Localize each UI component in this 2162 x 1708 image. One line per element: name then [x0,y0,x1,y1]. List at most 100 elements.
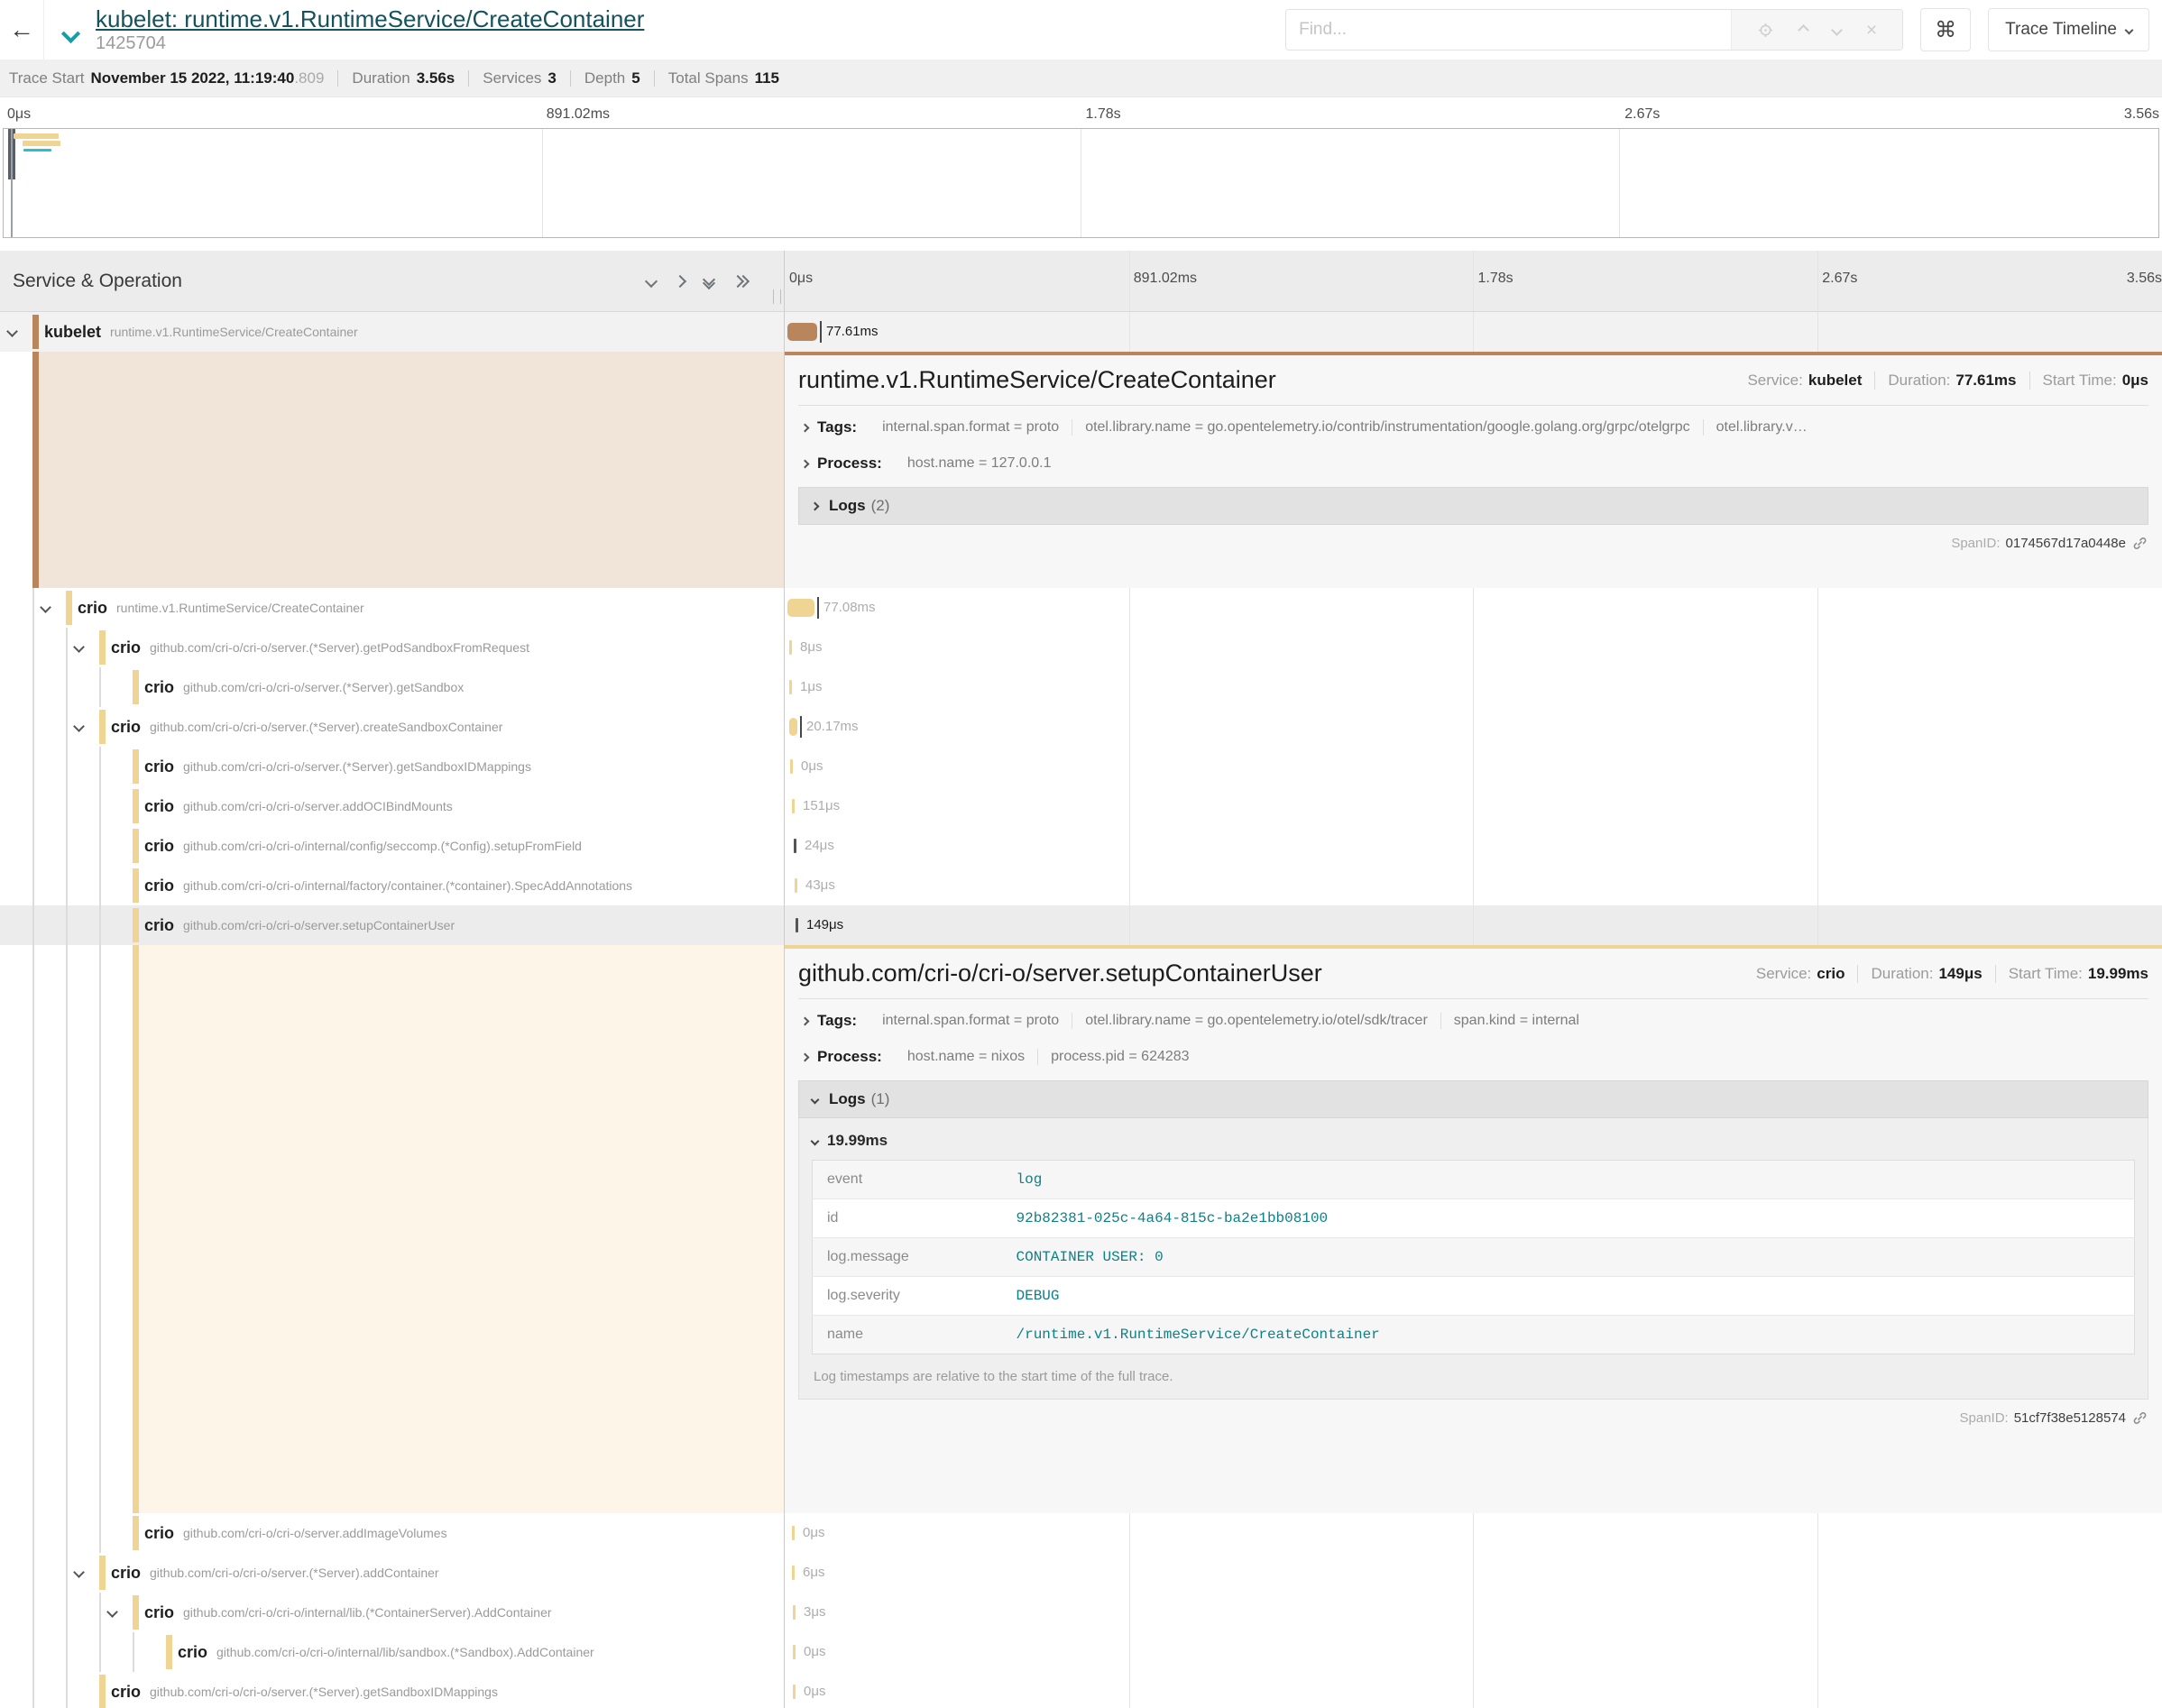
process-item: host.name = nixos [895,1049,1037,1065]
span-row[interactable]: crio github.com/cri-o/cri-o/server.(*Ser… [0,667,2162,707]
span-duration-bar[interactable] [789,640,792,655]
collapse-all-icon[interactable] [704,275,713,288]
span-row[interactable]: crio github.com/cri-o/cri-o/server.(*Ser… [0,1553,2162,1593]
span-duration-bar[interactable] [796,918,798,932]
trace-view-selector[interactable]: Trace Timeline [1988,8,2149,51]
chevron-down-icon[interactable] [40,601,51,613]
span-row-name-cell[interactable]: crio github.com/cri-o/cri-o/server.(*Ser… [0,1553,785,1593]
column-resizer-grip[interactable] [773,289,781,304]
keyboard-shortcuts-button[interactable]: ⌘ [1920,8,1971,51]
span-row-name-cell[interactable]: crio github.com/cri-o/cri-o/server.(*Ser… [0,707,785,747]
chevron-down-icon[interactable] [73,721,85,732]
expand-one-icon[interactable] [676,277,685,286]
span-row-name-cell[interactable]: crio github.com/cri-o/cri-o/internal/fac… [0,866,785,905]
span-row-timeline-cell[interactable]: 6μs [785,1553,2162,1593]
locate-icon[interactable] [1757,22,1774,39]
span-row-timeline-cell[interactable]: 151μs [785,786,2162,826]
span-row[interactable]: crio github.com/cri-o/cri-o/internal/con… [0,826,2162,866]
span-row-name-cell[interactable]: crio github.com/cri-o/cri-o/internal/con… [0,826,785,866]
logs-accordion[interactable]: Logs (2) [798,487,2148,525]
operation-name: github.com/cri-o/cri-o/server.setupConta… [183,918,455,932]
span-duration-bar[interactable] [793,1645,796,1659]
span-duration-bar[interactable] [795,878,797,893]
span-row-name-cell[interactable]: kubelet runtime.v1.RuntimeService/Create… [0,312,785,352]
span-row-name-cell[interactable]: crio github.com/cri-o/cri-o/server.addIm… [0,1513,785,1553]
chevron-down-icon[interactable] [73,1566,85,1578]
span-row-name-cell[interactable]: crio github.com/cri-o/cri-o/server.(*Ser… [0,1672,785,1708]
span-duration-bar[interactable] [787,323,817,341]
chevron-down-icon[interactable] [73,641,85,653]
span-row-timeline-cell[interactable]: 3μs [785,1593,2162,1632]
span-row-timeline-cell[interactable]: 0μs [785,747,2162,786]
chevron-down-icon[interactable] [106,1606,118,1618]
minimap-handle-line [11,129,13,237]
find-next-icon[interactable] [1831,24,1843,36]
span-row[interactable]: crio github.com/cri-o/cri-o/internal/lib… [0,1632,2162,1672]
span-row[interactable]: kubelet runtime.v1.RuntimeService/Create… [0,312,2162,352]
depth-value: 5 [631,69,639,87]
tags-row[interactable]: Tags: internal.span.format = protootel.l… [798,409,2148,445]
span-row-timeline-cell[interactable]: 43μs [785,866,2162,905]
span-row-name-cell[interactable]: crio github.com/cri-o/cri-o/server.(*Ser… [0,747,785,786]
span-row-name-cell[interactable]: crio github.com/cri-o/cri-o/internal/lib… [0,1593,785,1632]
span-duration-bar[interactable] [792,799,795,813]
span-duration-bar[interactable] [794,839,796,853]
span-row-name-cell[interactable]: crio github.com/cri-o/cri-o/internal/lib… [0,1632,785,1672]
find-prev-icon[interactable] [1798,24,1809,36]
copy-link-icon[interactable] [2131,535,2148,552]
span-duration-bar[interactable] [792,1526,795,1540]
span-row[interactable]: crio github.com/cri-o/cri-o/server.(*Ser… [0,707,2162,747]
span-duration-bar[interactable] [790,759,793,774]
collapse-one-icon[interactable] [647,277,656,286]
span-row[interactable]: crio github.com/cri-o/cri-o/server.setup… [0,905,2162,945]
span-duration-bar[interactable] [787,599,814,617]
collapse-trace-chevron-icon[interactable] [61,23,80,42]
span-detail-title: github.com/cri-o/cri-o/server.setupConta… [798,960,1322,987]
back-button[interactable]: ← [0,0,44,60]
span-row-name-cell[interactable]: crio github.com/cri-o/cri-o/server.(*Ser… [0,667,785,707]
span-duration-bar[interactable] [789,718,797,736]
log-entry-accordion[interactable]: 19.99ms [812,1124,2135,1158]
process-row[interactable]: Process: host.name = nixosprocess.pid = … [798,1039,2148,1075]
span-row-timeline-cell[interactable]: 77.61ms [785,312,2162,352]
service-color-bar [32,315,39,349]
span-row[interactable]: crio github.com/cri-o/cri-o/server.(*Ser… [0,747,2162,786]
span-row[interactable]: crio github.com/cri-o/cri-o/server.addIm… [0,1513,2162,1553]
span-row-timeline-cell[interactable]: 20.17ms [785,707,2162,747]
span-row[interactable]: crio github.com/cri-o/cri-o/internal/fac… [0,866,2162,905]
tags-row[interactable]: Tags: internal.span.format = protootel.l… [798,1003,2148,1039]
span-row-timeline-cell[interactable]: 0μs [785,1632,2162,1672]
span-row-name-cell[interactable]: crio github.com/cri-o/cri-o/server.addOC… [0,786,785,826]
span-duration-bar[interactable] [793,1685,796,1699]
find-input[interactable] [1286,10,1731,50]
span-row-name-cell[interactable]: crio github.com/cri-o/cri-o/server.(*Ser… [0,628,785,667]
copy-link-icon[interactable] [2131,1410,2148,1427]
find-clear-icon[interactable]: × [1866,21,1877,40]
tree-guide-line [32,588,34,628]
span-row[interactable]: crio github.com/cri-o/cri-o/server.(*Ser… [0,628,2162,667]
service-color-bar [99,1675,106,1708]
span-duration-bar[interactable] [793,1605,796,1620]
span-row-name-cell[interactable]: crio github.com/cri-o/cri-o/server.setup… [0,905,785,945]
span-row-name-cell[interactable]: crio runtime.v1.RuntimeService/CreateCon… [0,588,785,628]
logs-accordion[interactable]: Logs (1) [798,1080,2148,1118]
chevron-down-icon[interactable] [6,326,18,337]
span-row[interactable]: crio github.com/cri-o/cri-o/server.(*Ser… [0,1672,2162,1708]
span-row-timeline-cell[interactable]: 24μs [785,826,2162,866]
trace-title-link[interactable]: kubelet: runtime.v1.RuntimeService/Creat… [96,6,644,32]
span-duration-bar[interactable] [789,680,792,694]
top-bar: ← kubelet: runtime.v1.RuntimeService/Cre… [0,0,2162,60]
span-row-timeline-cell[interactable]: 149μs [785,905,2162,945]
minimap-canvas[interactable] [3,128,2159,238]
span-row-timeline-cell[interactable]: 0μs [785,1672,2162,1708]
span-duration-bar[interactable] [792,1566,795,1580]
span-row-timeline-cell[interactable]: 0μs [785,1513,2162,1553]
span-row[interactable]: crio github.com/cri-o/cri-o/internal/lib… [0,1593,2162,1632]
process-row[interactable]: Process: host.name = 127.0.0.1 [798,445,2148,482]
span-row-timeline-cell[interactable]: 1μs [785,667,2162,707]
span-row[interactable]: crio github.com/cri-o/cri-o/server.addOC… [0,786,2162,826]
span-row-timeline-cell[interactable]: 77.08ms [785,588,2162,628]
span-row[interactable]: crio runtime.v1.RuntimeService/CreateCon… [0,588,2162,628]
expand-all-icon[interactable] [733,277,748,286]
span-row-timeline-cell[interactable]: 8μs [785,628,2162,667]
